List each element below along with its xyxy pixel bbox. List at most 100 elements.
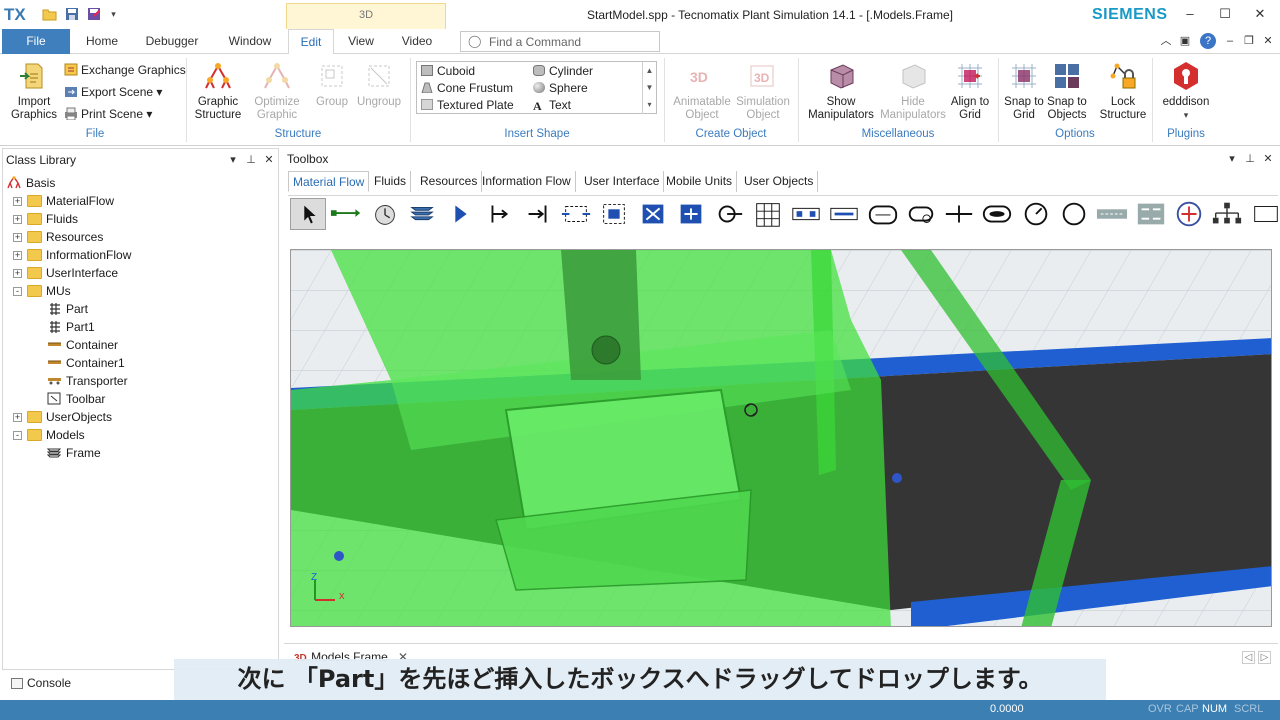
- gallery-scroll-up[interactable]: ▲: [642, 62, 656, 79]
- tab-scroll-left-icon[interactable]: ◁: [1242, 651, 1255, 664]
- doc-minimize-icon[interactable]: –: [1222, 33, 1238, 49]
- toolbox-tab-user-objects[interactable]: User Objects: [740, 171, 819, 192]
- toolbox-tab-user-interface[interactable]: User Interface: [580, 171, 665, 192]
- frame-icon[interactable]: [405, 198, 441, 230]
- pointer-icon[interactable]: [290, 198, 326, 230]
- save-as-icon[interactable]: [86, 7, 101, 22]
- tree-item-models[interactable]: - Models: [3, 426, 273, 444]
- toolbox-tab-fluids[interactable]: Fluids: [370, 171, 412, 192]
- tree-item-toolbar[interactable]: Toolbar: [3, 390, 273, 408]
- marker-point[interactable]: [892, 473, 902, 483]
- store-icon[interactable]: [673, 198, 709, 230]
- panel-close-icon[interactable]: ✕: [1261, 148, 1275, 170]
- qat-customize-icon[interactable]: ▾: [106, 7, 121, 22]
- expand-icon[interactable]: +: [13, 251, 22, 260]
- tab-video[interactable]: Video: [396, 29, 438, 54]
- open-folder-icon[interactable]: [42, 7, 57, 22]
- close-button[interactable]: ✕: [1250, 5, 1270, 23]
- maximize-button[interactable]: ☐: [1215, 5, 1235, 23]
- tree-item-container[interactable]: Container: [3, 336, 273, 354]
- tab-scroll-right-icon[interactable]: ▷: [1258, 651, 1271, 664]
- buffer-icon[interactable]: [788, 198, 824, 230]
- sorter-icon[interactable]: [865, 198, 901, 230]
- conveyor-icon[interactable]: [903, 198, 939, 230]
- insert-shape-gallery[interactable]: Cuboid Cylinder Cone Frustum Sphere Text…: [416, 61, 657, 114]
- import-graphics-button[interactable]: Import Graphics: [8, 60, 60, 122]
- tree-item-part[interactable]: Part: [3, 300, 273, 318]
- shelf-icon[interactable]: [1171, 198, 1207, 230]
- transfer-icon[interactable]: [979, 198, 1015, 230]
- print-scene-button[interactable]: Print Scene ▾: [64, 105, 152, 123]
- tree-item-mus[interactable]: - MUs: [3, 282, 273, 300]
- find-command-input[interactable]: ◯ Find a Command: [460, 31, 660, 52]
- source-icon[interactable]: [443, 198, 479, 230]
- align-to-grid-button[interactable]: Align to Grid: [948, 60, 992, 122]
- tab-file[interactable]: File: [2, 29, 70, 54]
- placebuffer-icon[interactable]: [826, 198, 862, 230]
- track-icon[interactable]: [1018, 198, 1054, 230]
- export-scene-button[interactable]: Export Scene ▾: [64, 83, 162, 101]
- turnplate-icon[interactable]: [1056, 198, 1092, 230]
- generator-icon[interactable]: [1209, 198, 1245, 230]
- shape-cuboid[interactable]: Cuboid: [421, 64, 475, 78]
- context-tab-3d[interactable]: 3D: [286, 3, 446, 29]
- gallery-scroll-down[interactable]: ▼: [642, 79, 656, 96]
- tree-item-container1[interactable]: Container1: [3, 354, 273, 372]
- tree-item-userinterface[interactable]: + UserInterface: [3, 264, 273, 282]
- collapse-ribbon-icon[interactable]: ︿: [1158, 33, 1174, 49]
- snap-to-grid-button[interactable]: Snap to Grid: [1004, 60, 1044, 122]
- network-icon[interactable]: [1248, 198, 1280, 230]
- singleproc-icon[interactable]: [482, 198, 518, 230]
- ungroup-button[interactable]: Ungroup: [354, 60, 404, 109]
- dismantle-icon[interactable]: [635, 198, 671, 230]
- doc-close-icon[interactable]: ✕: [1260, 33, 1276, 49]
- minimize-button[interactable]: –: [1180, 5, 1200, 23]
- 3d-scene[interactable]: Z x: [291, 250, 1272, 627]
- shape-text[interactable]: A Text: [533, 98, 571, 112]
- save-icon[interactable]: [64, 7, 79, 22]
- shape-textured-plate[interactable]: Textured Plate: [421, 98, 514, 112]
- assembly-icon[interactable]: [596, 198, 632, 230]
- angularconverter-icon[interactable]: [1094, 198, 1130, 230]
- edddison-button[interactable]: edddison ▾: [1158, 60, 1214, 122]
- drain-icon[interactable]: [520, 198, 556, 230]
- tree-item-frame[interactable]: Frame: [3, 444, 273, 462]
- tree-item-userobjects[interactable]: + UserObjects: [3, 408, 273, 426]
- tree-item-materialflow[interactable]: + MaterialFlow: [3, 192, 273, 210]
- turntable-icon[interactable]: [941, 198, 977, 230]
- expand-icon[interactable]: +: [13, 215, 22, 224]
- snap-to-objects-button[interactable]: Snap to Objects: [1044, 60, 1090, 122]
- expand-icon[interactable]: +: [13, 413, 22, 422]
- shape-cone-frustum[interactable]: Cone Frustum: [421, 81, 513, 95]
- tab-home[interactable]: Home: [78, 29, 126, 54]
- exchange-graphics-button[interactable]: Exchange Graphics: [64, 61, 186, 79]
- pin-icon[interactable]: ⊥: [244, 149, 258, 171]
- tab-window[interactable]: Window: [222, 29, 278, 54]
- tab-debugger[interactable]: Debugger: [140, 29, 204, 54]
- parallelproc-icon[interactable]: [558, 198, 594, 230]
- shape-cylinder[interactable]: Cylinder: [533, 64, 593, 78]
- cycle-icon[interactable]: [711, 198, 747, 230]
- hide-manipulators-button[interactable]: Hide Manipulators: [878, 60, 948, 122]
- tree-item-informationflow[interactable]: + InformationFlow: [3, 246, 273, 264]
- tree-item-basis[interactable]: Basis: [3, 174, 273, 192]
- panel-dropdown-icon[interactable]: ▾: [1225, 148, 1239, 170]
- expand-icon[interactable]: +: [13, 269, 22, 278]
- gallery-expand[interactable]: ▾: [642, 96, 656, 114]
- expand-icon[interactable]: +: [13, 197, 22, 206]
- help-icon[interactable]: ?: [1200, 33, 1216, 49]
- 3d-viewport[interactable]: Z x: [290, 249, 1272, 627]
- simulation-object-button[interactable]: 3D Simulation Object: [734, 60, 792, 122]
- flowcontrol-icon[interactable]: [1133, 198, 1169, 230]
- graphic-structure-button[interactable]: Graphic Structure: [192, 60, 244, 122]
- tree-item-fluids[interactable]: + Fluids: [3, 210, 273, 228]
- collapse-icon[interactable]: -: [13, 287, 22, 296]
- tree-item-part1[interactable]: Part1: [3, 318, 273, 336]
- pin-icon[interactable]: ⊥: [1243, 148, 1257, 170]
- group-button[interactable]: Group: [310, 60, 354, 109]
- shape-sphere[interactable]: Sphere: [533, 81, 588, 95]
- panel-dropdown-icon[interactable]: ▾: [226, 149, 240, 171]
- expand-icon[interactable]: +: [13, 233, 22, 242]
- animatable-object-button[interactable]: 3D Animatable Object: [670, 60, 734, 122]
- line-icon[interactable]: [750, 198, 786, 230]
